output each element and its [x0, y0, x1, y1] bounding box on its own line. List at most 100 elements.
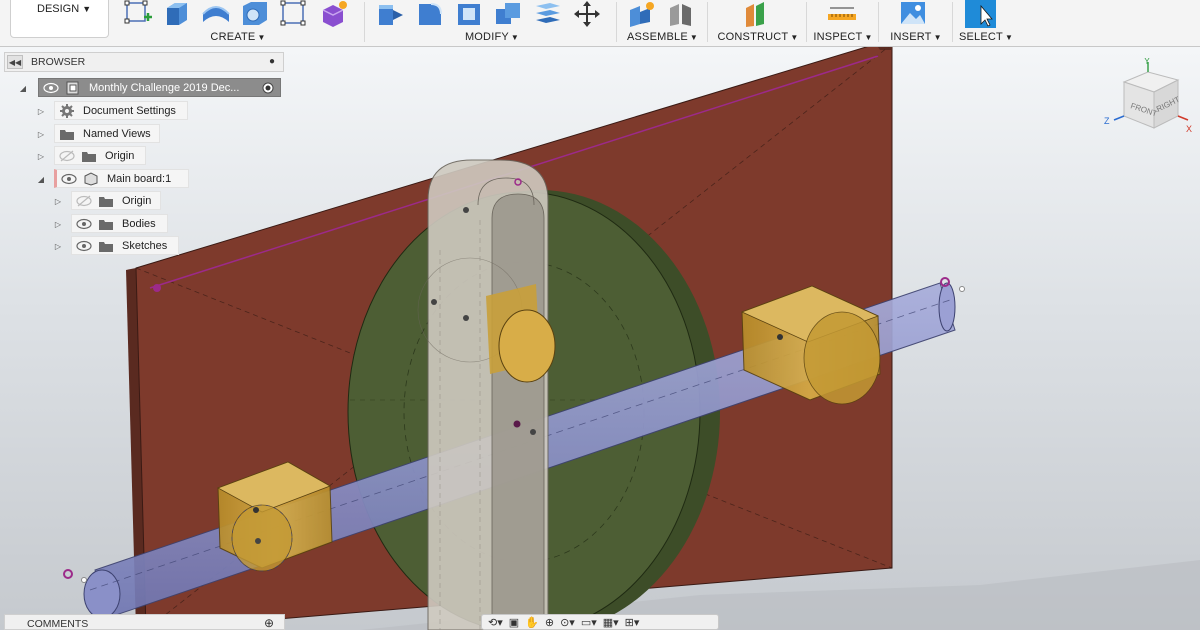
eye-hidden-icon[interactable] — [76, 195, 92, 207]
tree-item-label: Bodies — [122, 217, 156, 230]
separator — [707, 2, 708, 42]
fillet-icon[interactable] — [415, 0, 447, 28]
pan-icon[interactable]: ✋ — [525, 616, 539, 629]
tree-root[interactable]: Monthly Challenge 2019 Dec... — [38, 78, 281, 97]
eye-icon[interactable] — [76, 218, 92, 230]
chevron-down-icon: ▼ — [82, 4, 92, 14]
viewports-icon[interactable]: ⊞▾ — [625, 616, 640, 629]
tree-item-label: Main board:1 — [107, 172, 172, 185]
folder-icon — [82, 151, 96, 162]
revolve-icon[interactable] — [200, 0, 232, 28]
separator — [952, 2, 953, 42]
tree-item-main-board[interactable]: Main board:1 — [54, 169, 189, 188]
assemble-menu[interactable]: ASSEMBLE ▼ — [620, 31, 705, 43]
activate-radio-icon[interactable] — [262, 82, 274, 94]
select-menu[interactable]: SELECT ▼ — [956, 31, 1016, 43]
combine-icon[interactable] — [493, 0, 525, 28]
add-comment-icon[interactable]: ⊕ — [264, 616, 274, 630]
canvas-viewport[interactable]: FRONT RIGHT Y Z X — [0, 47, 1200, 630]
tree-item-named-views[interactable]: Named Views — [54, 124, 160, 143]
collapse-triangle-icon[interactable]: ◢ — [18, 83, 28, 93]
browser-header: ◀◀ BROWSER ● — [4, 52, 284, 72]
minimize-icon[interactable]: ● — [269, 56, 275, 67]
root-label: Monthly Challenge 2019 Dec... — [89, 81, 240, 94]
construct-group: CONSTRUCT ▼ — [712, 0, 804, 46]
navigation-bar: ⟲▾ ▣ ✋ ⊕ ⊙▾ ▭▾ ▦▾ ⊞▾ — [481, 614, 719, 630]
component-icon — [84, 171, 98, 186]
model-scene[interactable] — [0, 47, 1200, 630]
form-icon[interactable] — [317, 0, 349, 28]
tree-item-label: Named Views — [83, 127, 151, 140]
expand-triangle-icon[interactable]: ▷ — [53, 241, 63, 251]
inspect-group: INSPECT ▼ — [810, 0, 876, 46]
view-cube[interactable]: FRONT RIGHT Y Z X — [1100, 56, 1196, 144]
eye-icon[interactable] — [76, 240, 92, 252]
center-point — [530, 429, 536, 435]
joint-icon[interactable] — [665, 0, 697, 28]
separator — [364, 2, 365, 42]
press-pull-icon[interactable] — [376, 0, 408, 28]
folder-icon — [99, 219, 113, 230]
offset-plane-icon[interactable] — [742, 0, 774, 28]
eye-hidden-icon[interactable] — [59, 150, 75, 162]
look-at-icon[interactable]: ▣ — [509, 616, 519, 629]
measure-icon[interactable] — [826, 0, 858, 28]
modify-menu[interactable]: MODIFY ▼ — [372, 31, 612, 43]
create-menu[interactable]: CREATE ▼ — [118, 31, 358, 43]
toolbar: DESIGN ▼ CREATE ▼ MODIFY ▼ ASSEMBLE ▼ CO… — [0, 0, 1200, 47]
orbit-icon[interactable]: ⟲▾ — [488, 616, 503, 629]
insert-menu[interactable]: INSERT ▼ — [882, 31, 950, 43]
create-sketch-icon[interactable] — [122, 0, 154, 28]
assemble-group: ASSEMBLE ▼ — [620, 0, 705, 46]
hole-icon[interactable] — [239, 0, 271, 28]
insert-image-icon[interactable] — [898, 0, 930, 28]
folder-icon — [60, 129, 74, 140]
workspace-label: DESIGN — [37, 3, 80, 15]
tree-item-bodies[interactable]: Bodies — [71, 214, 168, 233]
document-icon — [66, 81, 79, 94]
expand-triangle-icon[interactable]: ▷ — [36, 106, 46, 116]
slotted-yoke[interactable] — [417, 159, 549, 630]
axis-y-label: Y — [1144, 58, 1150, 66]
tree-item-label: Origin — [122, 194, 152, 207]
expand-triangle-icon[interactable]: ▷ — [53, 196, 63, 206]
tree-item-document-settings[interactable]: Document Settings — [54, 101, 188, 120]
expand-triangle-icon[interactable]: ▷ — [36, 151, 46, 161]
box-select-icon[interactable] — [278, 0, 310, 28]
browser-title: BROWSER — [31, 56, 86, 68]
eye-icon[interactable] — [61, 173, 77, 185]
construct-menu[interactable]: CONSTRUCT ▼ — [712, 31, 804, 43]
display-settings-icon[interactable]: ▭▾ — [581, 616, 597, 629]
shell-icon[interactable] — [454, 0, 486, 28]
zoom-icon[interactable]: ⊕ — [545, 616, 554, 629]
axis-z-label: Z — [1104, 116, 1110, 126]
insert-group: INSERT ▼ — [882, 0, 950, 46]
folder-icon — [99, 196, 113, 207]
eye-icon[interactable] — [43, 82, 59, 94]
expand-triangle-icon[interactable]: ▷ — [53, 219, 63, 229]
modify-group: MODIFY ▼ — [372, 0, 612, 46]
separator — [616, 2, 617, 42]
zoom-window-icon[interactable]: ⊙▾ — [560, 616, 575, 629]
tree-item-origin[interactable]: Origin — [54, 146, 146, 165]
new-component-icon[interactable] — [626, 0, 658, 28]
comments-panel[interactable]: COMMENTS ⊕ — [4, 614, 285, 630]
align-icon[interactable] — [532, 0, 564, 28]
comments-title: COMMENTS — [27, 618, 89, 630]
collapse-icon[interactable]: ◀◀ — [7, 55, 23, 69]
folder-icon — [99, 241, 113, 252]
center-point — [513, 420, 521, 428]
extrude-icon[interactable] — [161, 0, 193, 28]
tree-item-origin-nested[interactable]: Origin — [71, 191, 161, 210]
separator — [878, 2, 879, 42]
grid-settings-icon[interactable]: ▦▾ — [603, 616, 619, 629]
collapse-triangle-icon[interactable]: ◢ — [36, 174, 46, 184]
expand-triangle-icon[interactable]: ▷ — [36, 129, 46, 139]
select-group: SELECT ▼ — [956, 0, 1016, 46]
tree-item-sketches[interactable]: Sketches — [71, 236, 179, 255]
tree-item-label: Document Settings — [83, 104, 176, 117]
select-cursor-icon[interactable] — [964, 0, 996, 28]
workspace-switcher[interactable]: DESIGN ▼ — [10, 0, 109, 38]
move-icon[interactable] — [571, 0, 603, 28]
inspect-menu[interactable]: INSPECT ▼ — [810, 31, 876, 43]
